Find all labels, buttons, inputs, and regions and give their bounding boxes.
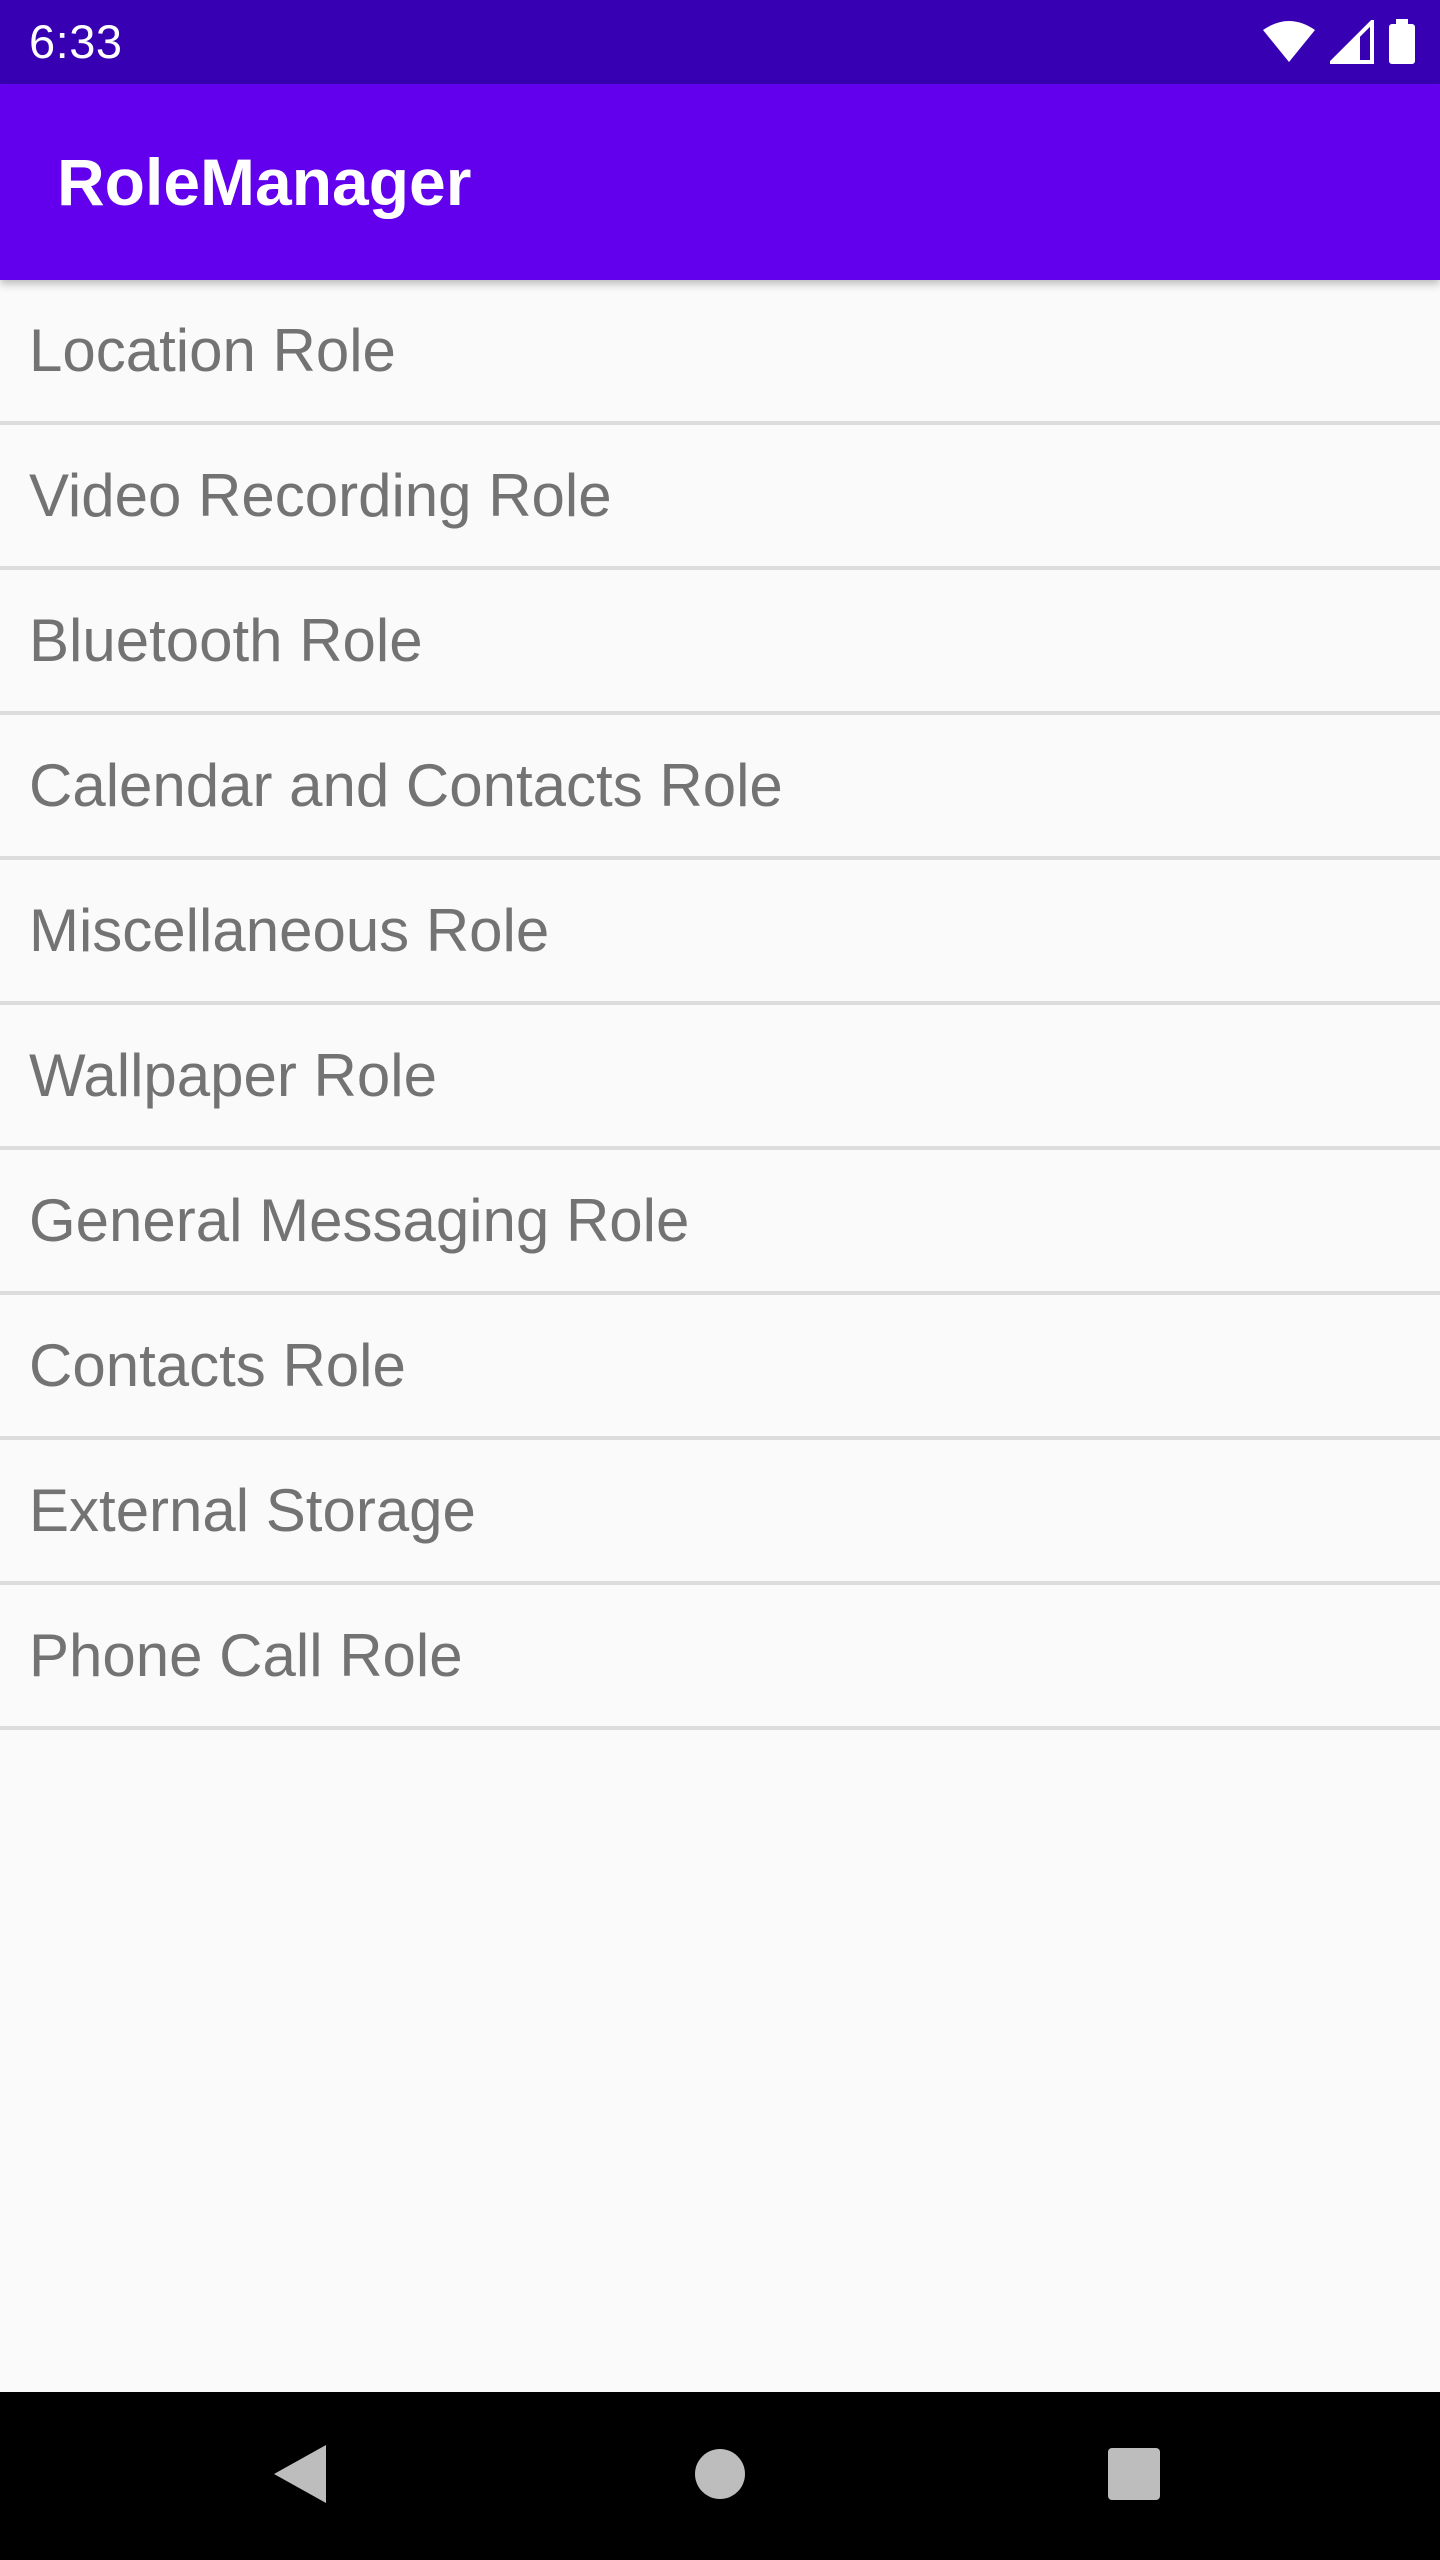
status-bar: 6:33: [0, 0, 1440, 84]
list-item-phone-call-role[interactable]: Phone Call Role: [0, 1585, 1440, 1730]
list-item-bluetooth-role[interactable]: Bluetooth Role: [0, 570, 1440, 715]
list-item-wallpaper-role[interactable]: Wallpaper Role: [0, 1005, 1440, 1150]
list-item-calendar-and-contacts-role[interactable]: Calendar and Contacts Role: [0, 715, 1440, 860]
list-item-general-messaging-role[interactable]: General Messaging Role: [0, 1150, 1440, 1295]
wifi-icon: [1262, 20, 1316, 64]
recents-button[interactable]: [1034, 2392, 1234, 2560]
list-item-miscellaneous-role[interactable]: Miscellaneous Role: [0, 860, 1440, 1005]
home-button[interactable]: [620, 2392, 820, 2560]
list-item-location-role[interactable]: Location Role: [0, 280, 1440, 425]
home-icon: [694, 2448, 746, 2505]
role-list: Location Role Video Recording Role Bluet…: [0, 280, 1440, 1730]
status-time: 6:33: [29, 15, 123, 68]
status-icons: [1262, 18, 1416, 66]
cellular-signal-icon: [1330, 20, 1374, 64]
list-item-contacts-role[interactable]: Contacts Role: [0, 1295, 1440, 1440]
back-button[interactable]: [200, 2392, 400, 2560]
app-title: RoleManager: [57, 145, 472, 219]
recents-icon: [1107, 2447, 1161, 2506]
back-icon: [272, 2443, 328, 2510]
battery-icon: [1388, 19, 1416, 65]
list-item-external-storage[interactable]: External Storage: [0, 1440, 1440, 1585]
list-item-video-recording-role[interactable]: Video Recording Role: [0, 425, 1440, 570]
navigation-bar: [0, 2392, 1440, 2560]
app-bar: RoleManager: [0, 84, 1440, 280]
